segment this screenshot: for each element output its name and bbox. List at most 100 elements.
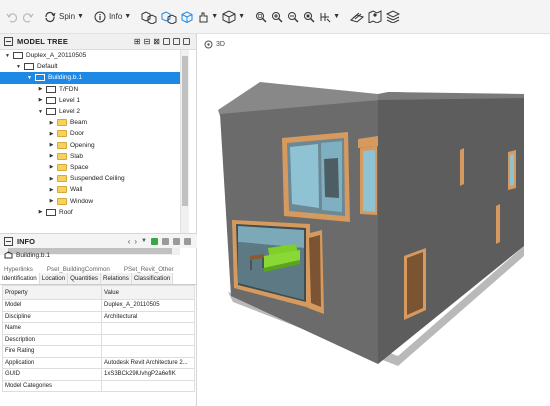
expand-arrow-icon[interactable]: ▶ xyxy=(48,153,55,159)
box2-icon[interactable] xyxy=(173,38,180,45)
table-row[interactable]: Model Duplex_A_20110505 xyxy=(2,299,195,312)
layers-icon xyxy=(386,10,401,23)
property-value: Autodesk Revit Architecture 2... xyxy=(101,356,195,369)
expand-arrow-icon[interactable]: ▶ xyxy=(48,187,55,193)
cubes-icon xyxy=(141,10,157,24)
next-icon[interactable]: › xyxy=(134,237,137,246)
zoom-window-icon xyxy=(304,11,315,22)
tab-pset-building-common[interactable]: Pset_BuildingCommon xyxy=(47,266,110,273)
tab-identification[interactable]: Identification xyxy=(0,273,40,284)
storey-icon xyxy=(13,52,23,60)
tree-item[interactable]: ▶ T/FDN xyxy=(0,84,180,95)
color-icon[interactable] xyxy=(151,237,158,245)
tree-item[interactable]: ▶ Wall xyxy=(0,184,180,195)
view-cube-dropdown[interactable]: ▼ xyxy=(222,6,245,28)
tree-item[interactable]: ▶ Slab xyxy=(0,151,180,162)
table-row[interactable]: Description xyxy=(2,333,195,346)
level-filter-icon[interactable]: ⊟ xyxy=(144,37,151,46)
tree-item[interactable]: ▼ Duplex_A_20110505 xyxy=(0,50,180,61)
tab-relations[interactable]: Relations xyxy=(101,273,132,284)
collapse-arrow-icon[interactable]: ▼ xyxy=(26,75,33,81)
tree-item[interactable]: ▶ Space xyxy=(0,162,180,173)
isolate-button[interactable] xyxy=(181,6,193,28)
collapse-arrow-icon[interactable]: ▼ xyxy=(4,53,11,59)
storeys-button[interactable] xyxy=(350,6,365,28)
tree-item[interactable]: ▼ Level 2 xyxy=(0,106,180,117)
model-tree: ▼ Duplex_A_20110505 ▼ Default ▼ Building.b.1 ▶… xyxy=(0,50,180,246)
tab-location[interactable]: Location xyxy=(39,273,69,284)
hide-icon[interactable] xyxy=(173,237,180,245)
main-toolbar: Spin ▼ Info ▼ ▼ ▼ ▼ xyxy=(0,0,550,34)
section-dropdown[interactable]: ▼ xyxy=(197,6,218,28)
tree-item[interactable]: ▶ Door xyxy=(0,128,180,139)
collapse-arrow-icon[interactable]: ▼ xyxy=(15,64,22,70)
box-icon[interactable] xyxy=(163,38,170,45)
undo-button[interactable] xyxy=(6,6,18,28)
chevron-down-icon[interactable]: ▼ xyxy=(141,238,147,244)
tree-vertical-scrollbar[interactable] xyxy=(180,50,189,246)
table-row[interactable]: Application Autodesk Revit Architecture 2… xyxy=(2,356,195,369)
tree-item[interactable]: ▼ Building.b.1 xyxy=(0,72,180,84)
expand-arrow-icon[interactable]: ▶ xyxy=(37,97,44,103)
tree-item[interactable]: ▶ Roof xyxy=(0,207,180,218)
3d-viewport[interactable]: 3D xyxy=(198,34,550,406)
layers-button[interactable] xyxy=(386,6,401,28)
storey-icon xyxy=(46,108,56,116)
select-objects-button[interactable] xyxy=(141,6,157,28)
box3-icon[interactable] xyxy=(183,38,190,45)
expand-arrow-icon[interactable]: ▶ xyxy=(48,198,55,204)
sort-icon[interactable]: ⊠ xyxy=(153,37,160,46)
collapse-arrow-icon[interactable]: ▼ xyxy=(37,109,44,115)
tree-item[interactable]: ▶ Window xyxy=(0,195,180,206)
property-name: GUID xyxy=(2,368,102,381)
zoom-in-button[interactable] xyxy=(271,6,283,28)
column-header-property[interactable]: Property xyxy=(2,285,102,300)
expand-arrow-icon[interactable]: ▶ xyxy=(37,209,44,215)
expand-arrow-icon[interactable]: ▶ xyxy=(37,86,44,92)
tab-pset-revit-other[interactable]: PSet_Revit_Other xyxy=(124,266,174,273)
property-name: Description xyxy=(2,333,102,346)
selected-object-name: Building.b.1 xyxy=(16,251,50,259)
tree-item[interactable]: ▶ Level 1 xyxy=(0,95,180,106)
tree-item[interactable]: ▼ Default xyxy=(0,61,180,72)
expand-arrow-icon[interactable]: ▶ xyxy=(48,131,55,137)
expand-arrow-icon[interactable]: ▶ xyxy=(48,164,55,170)
tree-item[interactable]: ▶ Beam xyxy=(0,117,180,128)
show-objects-button[interactable] xyxy=(161,6,177,28)
tree-item[interactable]: ▶ Opening xyxy=(0,140,180,151)
info-dropdown[interactable]: Info ▼ xyxy=(94,6,131,28)
info-header: INFO ‹ › ▼ xyxy=(0,234,197,248)
zoom-window-button[interactable] xyxy=(303,6,315,28)
table-row[interactable]: Discipline Architectural xyxy=(2,310,195,323)
expand-arrow-icon[interactable]: ▶ xyxy=(48,176,55,182)
previous-icon[interactable]: ‹ xyxy=(128,237,131,246)
folder-icon xyxy=(57,197,67,205)
expand-arrow-icon[interactable]: ▶ xyxy=(48,120,55,126)
map-button[interactable] xyxy=(368,6,382,28)
measure-dropdown[interactable]: ▼ xyxy=(319,6,340,28)
tab-hyperlinks[interactable]: Hyperlinks xyxy=(4,266,33,273)
tab-classification[interactable]: Classification xyxy=(131,273,174,284)
redo-button[interactable] xyxy=(22,6,34,28)
visibility-icon[interactable] xyxy=(162,237,169,245)
folder-icon xyxy=(57,163,67,171)
table-row[interactable]: GUID 1xS3BCk29lUvhgP2a6efIK xyxy=(2,368,195,381)
tree-item[interactable]: ▶ Suspended Ceiling xyxy=(0,173,180,184)
tab-quantities[interactable]: Quantities xyxy=(68,273,102,284)
collapse-panel-icon[interactable] xyxy=(4,37,13,46)
zoom-out-button[interactable] xyxy=(287,6,299,28)
spin-dropdown[interactable]: Spin ▼ xyxy=(44,6,84,28)
hierarchy-icon[interactable]: ⊞ xyxy=(134,37,141,46)
zoom-fit-button[interactable] xyxy=(255,6,267,28)
scroll-thumb[interactable] xyxy=(182,56,188,206)
table-row[interactable]: Name xyxy=(2,322,195,335)
table-row[interactable]: Model Categories xyxy=(2,379,195,392)
isolate-icon[interactable] xyxy=(184,237,191,245)
building-model xyxy=(218,82,524,366)
column-header-value[interactable]: Value xyxy=(101,285,195,300)
collapse-panel-icon[interactable] xyxy=(4,236,13,246)
table-row[interactable]: Fire Rating xyxy=(2,345,195,358)
storey-icon xyxy=(24,63,34,71)
zoom-in-icon xyxy=(272,11,283,22)
expand-arrow-icon[interactable]: ▶ xyxy=(48,142,55,148)
